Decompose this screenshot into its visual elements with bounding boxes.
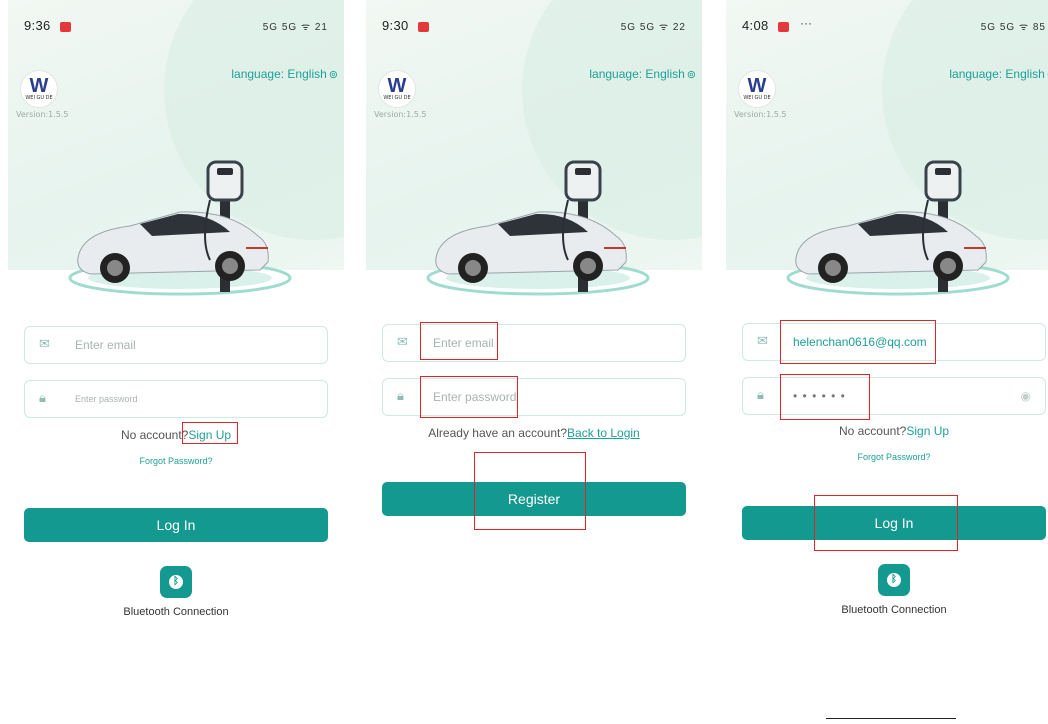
highlight-box: [182, 422, 238, 444]
login-filled-screen: 4:08 ··· 5G 5G ᯤ 85 W WEI GU DE Version:…: [726, 0, 1048, 724]
login-prompt: Already have an account?Back to Login: [366, 426, 702, 440]
notification-icon: [60, 22, 71, 32]
app-logo: W WEI GU DE: [378, 70, 416, 108]
password-field[interactable]: 🔒︎ Enter password: [24, 380, 328, 418]
logo-mark: W: [747, 75, 767, 97]
signal-battery: 5G 5G ᯤ 85: [980, 22, 1046, 33]
login-prompt-text: Already have an account?: [428, 426, 568, 440]
status-time: 4:08: [742, 18, 769, 33]
language-label: language:: [589, 67, 643, 81]
bluetooth-label: Bluetooth Connection: [841, 604, 947, 616]
app-version: Version:1.5.5: [374, 110, 427, 119]
bluetooth-connection[interactable]: ᛒ Bluetooth Connection: [726, 564, 1048, 616]
logo-brand: WEI GU DE: [743, 95, 771, 101]
language-selector[interactable]: language: English⊚: [589, 67, 696, 81]
globe-icon: ⊚: [328, 69, 338, 81]
language-label: language:: [231, 67, 285, 81]
eye-icon[interactable]: ◉: [1021, 389, 1031, 403]
highlight-box: [780, 320, 936, 364]
back-to-login-link[interactable]: Back to Login: [567, 426, 640, 440]
lock-icon: 🔒︎: [39, 391, 46, 406]
signup-prompt: No account?Sign Up: [726, 424, 1048, 438]
app-version: Version:1.5.5: [16, 110, 69, 119]
signup-prompt-text: No account?: [838, 424, 907, 438]
status-bar: 9:30 5G 5G ᯤ 22: [382, 18, 686, 36]
login-screen: 9:36 5G 5G ᯤ 21 W WEI GU DE Version:1.5.…: [8, 0, 344, 724]
language-value: English: [287, 67, 327, 81]
language-value: English: [645, 67, 685, 81]
password-placeholder: Enter password: [75, 394, 138, 404]
app-version: Version:1.5.5: [734, 110, 787, 119]
forgot-password-link[interactable]: Forgot Password?: [8, 456, 344, 466]
app-logo: W WEI GU DE: [738, 70, 776, 108]
language-selector[interactable]: language: English⊚: [949, 67, 1048, 81]
signal-battery: 5G 5G ᯤ 21: [262, 22, 328, 33]
globe-icon: ⊚: [686, 69, 696, 81]
ev-charger-illustration: [426, 160, 650, 296]
email-field[interactable]: ✉ Enter email: [24, 326, 328, 364]
mail-icon: ✉: [39, 337, 50, 352]
highlight-box: [780, 374, 870, 420]
status-time: 9:36: [24, 18, 51, 33]
forgot-password-link[interactable]: Forgot Password?: [726, 452, 1048, 462]
logo-mark: W: [387, 75, 407, 97]
register-screen: 9:30 5G 5G ᯤ 22 W WEI GU DE Version:1.5.…: [366, 0, 702, 724]
bluetooth-connection[interactable]: ᛒ Bluetooth Connection: [8, 566, 344, 618]
status-bar: 4:08 ··· 5G 5G ᯤ 85: [742, 16, 1046, 36]
bluetooth-icon: ᛒ: [878, 564, 910, 596]
mail-icon: ✉: [397, 335, 408, 350]
lock-icon: 🔒︎: [757, 388, 764, 403]
highlight-box: [420, 376, 518, 418]
ev-charger-illustration: [786, 160, 1010, 296]
signal-battery: 5G 5G ᯤ 22: [620, 22, 686, 33]
logo-brand: WEI GU DE: [383, 95, 411, 101]
bluetooth-icon: ᛒ: [160, 566, 192, 598]
bluetooth-label: Bluetooth Connection: [123, 606, 229, 618]
status-time: 9:30: [382, 18, 409, 33]
language-selector[interactable]: language: English⊚: [231, 67, 338, 81]
app-logo: W WEI GU DE: [20, 70, 58, 108]
logo-brand: WEI GU DE: [25, 95, 53, 101]
email-placeholder: Enter email: [75, 338, 136, 352]
lock-icon: 🔒︎: [397, 389, 404, 404]
signup-prompt: No account?Sign Up: [8, 428, 344, 442]
cropped-edge-line: [826, 718, 956, 719]
signup-link[interactable]: Sign Up: [906, 424, 949, 438]
ev-charger-illustration: [68, 160, 292, 296]
notification-icon: [418, 22, 429, 32]
language-label: language:: [949, 67, 1003, 81]
notification-icon: [778, 22, 789, 32]
status-bar: 9:36 5G 5G ᯤ 21: [24, 18, 328, 36]
highlight-box: [474, 452, 586, 530]
highlight-box: [814, 495, 958, 551]
highlight-box: [420, 322, 498, 360]
more-notifications: ···: [800, 16, 812, 30]
logo-mark: W: [29, 75, 49, 97]
mail-icon: ✉: [757, 334, 768, 349]
login-button[interactable]: Log In: [24, 508, 328, 542]
signup-prompt-text: No account?: [120, 428, 189, 442]
language-value: English: [1005, 67, 1045, 81]
